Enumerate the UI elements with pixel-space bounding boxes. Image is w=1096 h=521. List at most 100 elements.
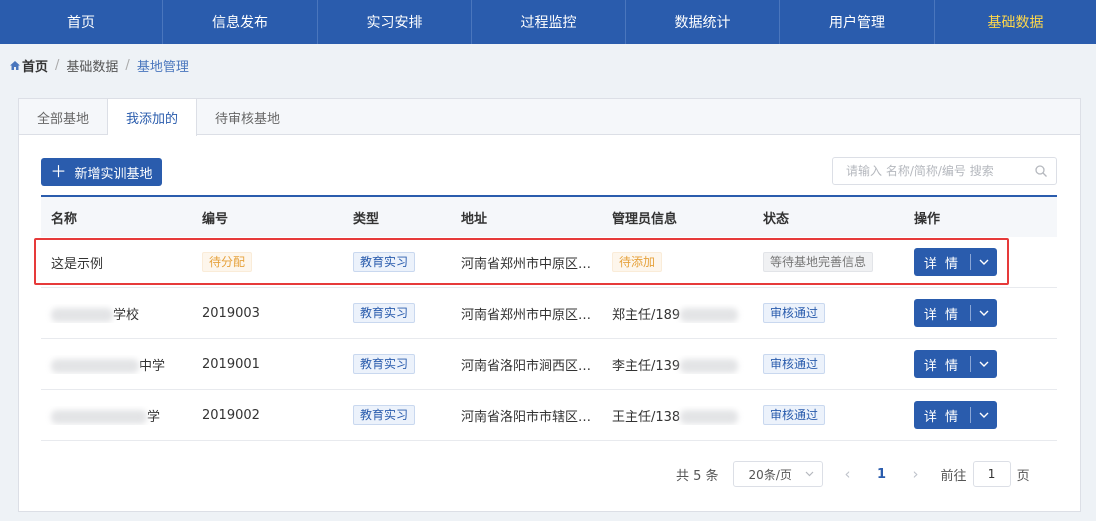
nav-basic-data[interactable]: 基础数据 [935,0,1096,44]
detail-button-label: 详 情 [923,358,961,374]
cell-code: 2019002 [202,407,260,423]
chevron-down-icon[interactable] [971,259,997,265]
pagination: 共 5 条 20条/页 ‹ 1 › 前往 1 页 [676,461,1030,487]
page-number-current[interactable]: 1 [865,467,899,482]
cell-actions: 详 情 [904,299,1057,327]
header-code: 编号 [202,211,229,227]
cell-address: 河南省洛阳市涧西区… [451,355,602,374]
next-page-icon[interactable]: › [899,465,933,483]
nav-data-statistics[interactable]: 数据统计 [626,0,780,44]
address-text: 河南省洛阳市市辖区… [461,409,591,425]
breadcrumb-separator: / [125,57,130,73]
page-size-select[interactable]: 20条/页 [732,461,823,487]
cell-admin: 待添加 [602,252,753,272]
prev-page-icon[interactable]: ‹ [831,465,865,483]
redacted-text [680,359,739,373]
breadcrumb-basic-data[interactable]: 基础数据 [66,56,118,75]
cell-address: 河南省洛阳市市辖区… [451,406,602,425]
redacted-text [680,308,739,322]
admin-badge: 待添加 [612,252,663,272]
header-type: 类型 [353,211,380,227]
search-input[interactable] [846,158,1036,184]
cell-address: 河南省郑州市中原区… [451,253,602,272]
goto-page-input[interactable]: 1 [972,461,1011,487]
address-text: 河南省郑州市中原区… [461,256,591,272]
cell-address: 河南省郑州市中原区… [451,304,602,323]
admin-text: 李主任/139 [612,358,681,374]
chevron-down-icon[interactable] [971,361,997,367]
tab-my-added[interactable]: 我添加的 [108,99,198,136]
type-badge: 教育实习 [353,405,416,425]
cell-status: 等待基地完善信息 [753,252,904,272]
header-address: 地址 [461,211,488,227]
goto-label: 前往 [940,468,967,484]
total-count: 共 5 条 [676,468,719,484]
cell-admin: 郑主任/189 [602,304,753,323]
tab-pending-review[interactable]: 待审核基地 [197,99,298,135]
admin-text: 王主任/138 [612,409,681,425]
nav-process-monitoring[interactable]: 过程监控 [472,0,626,44]
header-status: 状态 [763,211,790,227]
redacted-text [51,308,113,322]
add-button-label: 新增实训基地 [74,166,153,182]
detail-button[interactable]: 详 情 [914,299,997,327]
type-badge: 教育实习 [353,303,416,323]
detail-button[interactable]: 详 情 [914,350,997,378]
detail-button[interactable]: 详 情 [914,248,997,276]
page-suffix: 页 [1016,468,1030,484]
redacted-text [680,410,739,424]
chevron-down-icon [805,471,813,477]
breadcrumb-current: 基地管理 [136,59,189,75]
search-box [832,157,1057,185]
breadcrumb-separator: / [55,57,60,73]
type-badge: 教育实习 [353,252,416,272]
detail-button-label: 详 情 [923,409,961,425]
cell-name: 中学 [41,355,192,374]
cell-type: 教育实习 [343,303,451,323]
chevron-down-icon[interactable] [971,310,997,316]
base-management-card: 全部基地 我添加的 待审核基地 ＋ 新增实训基地 名称 编号 类型 地址 管理员… [18,98,1081,512]
header-admin: 管理员信息 [612,211,678,227]
nav-internship-arrangement[interactable]: 实习安排 [318,0,472,44]
cell-actions: 详 情 [904,350,1057,378]
detail-button-label: 详 情 [923,307,961,323]
status-badge: 等待基地完善信息 [763,252,874,272]
nav-info-publish[interactable]: 信息发布 [163,0,318,44]
base-table: 名称 编号 类型 地址 管理员信息 状态 操作 这是示例 待分配 教育实习 河南… [41,195,1057,441]
cell-type: 教育实习 [343,252,451,272]
cell-code: 待分配 [192,252,343,272]
cell-type: 教育实习 [343,354,451,374]
tab-bar: 全部基地 我添加的 待审核基地 [19,99,1080,136]
tab-all-bases[interactable]: 全部基地 [19,99,109,135]
top-navigation: 首页 信息发布 实习安排 过程监控 数据统计 用户管理 基础数据 [0,0,1096,44]
cell-actions: 详 情 [904,248,1057,276]
redacted-text [51,410,147,424]
cell-actions: 详 情 [904,401,1057,429]
cell-status: 审核通过 [753,405,904,425]
status-badge: 审核通过 [763,405,826,425]
page-size-value: 20条/页 [748,467,792,482]
nav-user-management[interactable]: 用户管理 [780,0,935,44]
table-row: 中学 2019001 教育实习 河南省洛阳市涧西区… 李主任/139 审核通过 … [41,339,1057,390]
admin-text: 郑主任/189 [612,307,681,323]
type-badge: 教育实习 [353,354,416,374]
header-actions: 操作 [914,211,941,227]
cell-status: 审核通过 [753,303,904,323]
detail-button[interactable]: 详 情 [914,401,997,429]
search-icon[interactable] [1035,165,1047,177]
cell-name: 这是示例 [51,256,104,272]
breadcrumb-home[interactable]: 首页 [22,56,48,75]
table-row: 学 2019002 教育实习 河南省洛阳市市辖区… 王主任/138 审核通过 详… [41,390,1057,441]
cell-code: 2019001 [202,356,260,372]
status-badge: 审核通过 [763,303,826,323]
table-header: 名称 编号 类型 地址 管理员信息 状态 操作 [41,195,1057,237]
add-training-base-button[interactable]: ＋ 新增实训基地 [41,158,162,186]
address-text: 河南省郑州市中原区… [461,307,591,323]
code-badge: 待分配 [202,252,253,272]
cell-code: 2019003 [202,305,260,321]
plus-icon: ＋ [50,162,67,181]
chevron-down-icon[interactable] [971,412,997,418]
cell-status: 审核通过 [753,354,904,374]
nav-home[interactable]: 首页 [0,0,163,44]
cell-admin: 王主任/138 [602,406,753,425]
